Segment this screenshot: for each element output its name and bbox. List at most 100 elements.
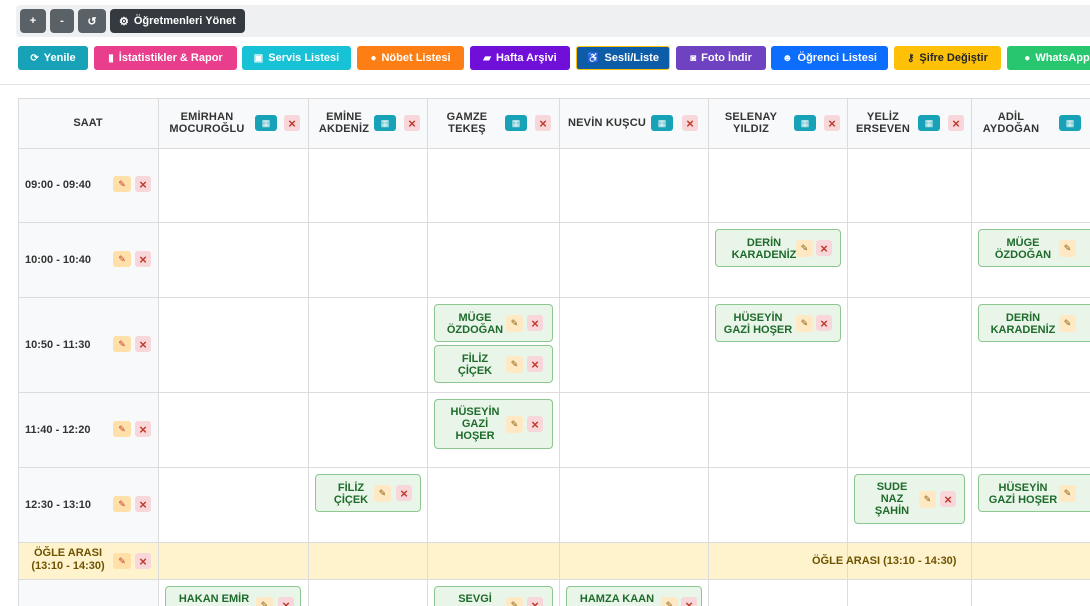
service-list-button[interactable]: ▣ Servis Listesi bbox=[242, 46, 351, 70]
zoom-in-button[interactable]: + bbox=[20, 9, 46, 33]
close-icon[interactable]: × bbox=[527, 416, 543, 432]
lunch-label-line2: (13:10 - 14:30) bbox=[31, 560, 105, 572]
plus-label: + bbox=[29, 15, 37, 27]
calendar-icon[interactable]: ▦ bbox=[1059, 115, 1081, 131]
student-card[interactable]: HAKAN EMİR ✎ × bbox=[165, 586, 301, 606]
close-icon[interactable]: × bbox=[682, 115, 698, 131]
stats-report-label: İstatistikler & Rapor bbox=[118, 52, 223, 64]
student-card[interactable]: SUDE NAZ ŞAHİN ✎ × bbox=[854, 474, 965, 524]
manage-teachers-label: Öğretmenleri Yönet bbox=[133, 15, 236, 27]
change-password-button[interactable]: ⚷ Şifre Değiştir bbox=[894, 46, 1001, 70]
stats-report-button[interactable]: ▮ İstatistikler & Rapor bbox=[94, 46, 237, 70]
teacher-name-line1: YELİZ bbox=[866, 111, 900, 123]
calendar-icon[interactable]: ▦ bbox=[651, 115, 673, 131]
divider bbox=[0, 84, 1090, 85]
edit-icon[interactable]: ✎ bbox=[506, 356, 523, 373]
refresh-icon: ⟳ bbox=[30, 52, 39, 64]
time-slot-label: 12:30 - 13:10 bbox=[25, 499, 92, 511]
whatsapp-label: WhatsApp bbox=[1035, 52, 1090, 64]
student-name: DERİN KARADENİZ bbox=[990, 312, 1056, 336]
edit-icon[interactable]: ✎ bbox=[1059, 485, 1076, 502]
close-icon[interactable]: × bbox=[527, 597, 543, 606]
student-card[interactable]: HÜSEYİN GAZİ HOŞER ✎ × bbox=[434, 399, 553, 449]
shield-icon: ● bbox=[370, 52, 377, 64]
student-card[interactable]: DERİN KARADENİZ ✎ bbox=[978, 304, 1090, 342]
time-column bbox=[18, 148, 158, 606]
close-icon[interactable]: × bbox=[816, 315, 832, 331]
key-icon: ⚷ bbox=[907, 52, 915, 64]
student-card[interactable]: MÜGE ÖZDOĞAN ✎ × bbox=[434, 304, 553, 342]
close-icon[interactable]: × bbox=[135, 176, 151, 192]
close-icon[interactable]: × bbox=[396, 485, 412, 501]
edit-icon[interactable]: ✎ bbox=[919, 491, 936, 508]
close-icon[interactable]: × bbox=[940, 491, 956, 507]
teacher-name-line2: MOCUROĞLU bbox=[169, 123, 245, 135]
close-icon[interactable]: × bbox=[824, 115, 840, 131]
edit-icon[interactable]: ✎ bbox=[506, 416, 523, 433]
close-icon[interactable]: × bbox=[278, 597, 294, 606]
camera-icon: ◙ bbox=[690, 52, 697, 64]
teacher-header: EMİRHAN MOCUROĞLU bbox=[168, 111, 246, 135]
edit-icon[interactable]: ✎ bbox=[796, 240, 813, 257]
student-card[interactable]: HAMZA KAAN ✎ × bbox=[566, 586, 702, 606]
calendar-icon[interactable]: ▦ bbox=[505, 115, 527, 131]
time-slot-label: 10:00 - 10:40 bbox=[25, 254, 92, 266]
student-list-button[interactable]: ☻ Öğrenci Listesi bbox=[771, 46, 888, 70]
pencil-icon[interactable]: ✎ bbox=[113, 176, 131, 192]
teacher-header: GAMZE TEKEŞ bbox=[434, 111, 500, 135]
photo-download-button[interactable]: ◙ Foto İndir bbox=[676, 46, 766, 70]
close-icon[interactable]: × bbox=[135, 421, 151, 437]
student-card[interactable]: FİLİZ ÇİÇEK ✎ × bbox=[434, 345, 553, 383]
pencil-icon[interactable]: ✎ bbox=[113, 421, 131, 437]
close-icon[interactable]: × bbox=[135, 496, 151, 512]
edit-icon[interactable]: ✎ bbox=[1059, 240, 1076, 257]
edit-icon[interactable]: ✎ bbox=[374, 485, 391, 502]
student-card[interactable]: FİLİZ ÇİÇEK ✎ × bbox=[315, 474, 421, 512]
calendar-icon[interactable]: ▦ bbox=[374, 115, 396, 131]
voice-list-button[interactable]: ♿ Sesli/Liste bbox=[576, 46, 670, 70]
calendar-icon[interactable]: ▦ bbox=[918, 115, 940, 131]
close-icon[interactable]: × bbox=[816, 240, 832, 256]
minus-label: - bbox=[60, 15, 64, 27]
edit-icon[interactable]: ✎ bbox=[661, 597, 678, 606]
student-card[interactable]: HÜSEYİN GAZİ HOŞER ✎ × bbox=[715, 304, 841, 342]
calendar-icon[interactable]: ▦ bbox=[794, 115, 816, 131]
close-icon[interactable]: × bbox=[527, 315, 543, 331]
student-card[interactable]: DERİN KARADENİZ ✎ × bbox=[715, 229, 841, 267]
student-name: SEVGİ bbox=[458, 593, 492, 605]
duty-list-button[interactable]: ● Nöbet Listesi bbox=[357, 46, 464, 70]
close-icon[interactable]: × bbox=[948, 115, 964, 131]
student-card[interactable]: HÜSEYİN GAZİ HOŞER ✎ bbox=[978, 474, 1090, 512]
refresh-button[interactable]: ⟳ Yenile bbox=[18, 46, 88, 70]
close-icon[interactable]: × bbox=[681, 597, 697, 606]
close-icon[interactable]: × bbox=[135, 251, 151, 267]
duty-list-label: Nöbet Listesi bbox=[381, 52, 451, 64]
pencil-icon[interactable]: ✎ bbox=[113, 553, 131, 569]
student-card[interactable]: MÜGE ÖZDOĞAN ✎ bbox=[978, 229, 1090, 267]
pencil-icon[interactable]: ✎ bbox=[113, 336, 131, 352]
edit-icon[interactable]: ✎ bbox=[256, 597, 273, 606]
teacher-name-line1: GAMZE bbox=[446, 111, 488, 123]
teacher-name-line1: NEVİN KUŞCU bbox=[568, 117, 646, 129]
whatsapp-button[interactable]: ● WhatsApp bbox=[1007, 46, 1090, 70]
week-archive-button[interactable]: ▰ Hafta Arşivi bbox=[470, 46, 570, 70]
close-icon[interactable]: × bbox=[535, 115, 551, 131]
edit-icon[interactable]: ✎ bbox=[1059, 315, 1076, 332]
pencil-icon[interactable]: ✎ bbox=[113, 496, 131, 512]
pencil-icon[interactable]: ✎ bbox=[113, 251, 131, 267]
reset-icon: ↺ bbox=[87, 15, 97, 28]
calendar-icon[interactable]: ▦ bbox=[255, 115, 277, 131]
student-card[interactable]: SEVGİ ✎ × bbox=[434, 586, 553, 606]
edit-icon[interactable]: ✎ bbox=[506, 315, 523, 332]
edit-icon[interactable]: ✎ bbox=[796, 315, 813, 332]
zoom-out-button[interactable]: - bbox=[50, 9, 74, 33]
close-icon[interactable]: × bbox=[135, 553, 151, 569]
close-icon[interactable]: × bbox=[404, 115, 420, 131]
reset-zoom-button[interactable]: ↺ bbox=[78, 9, 106, 33]
edit-icon[interactable]: ✎ bbox=[506, 597, 523, 606]
close-icon[interactable]: × bbox=[135, 336, 151, 352]
manage-teachers-button[interactable]: ⚙ Öğretmenleri Yönet bbox=[110, 9, 245, 33]
close-icon[interactable]: × bbox=[284, 115, 300, 131]
close-icon[interactable]: × bbox=[527, 356, 543, 372]
photo-download-label: Foto İndir bbox=[701, 52, 752, 64]
